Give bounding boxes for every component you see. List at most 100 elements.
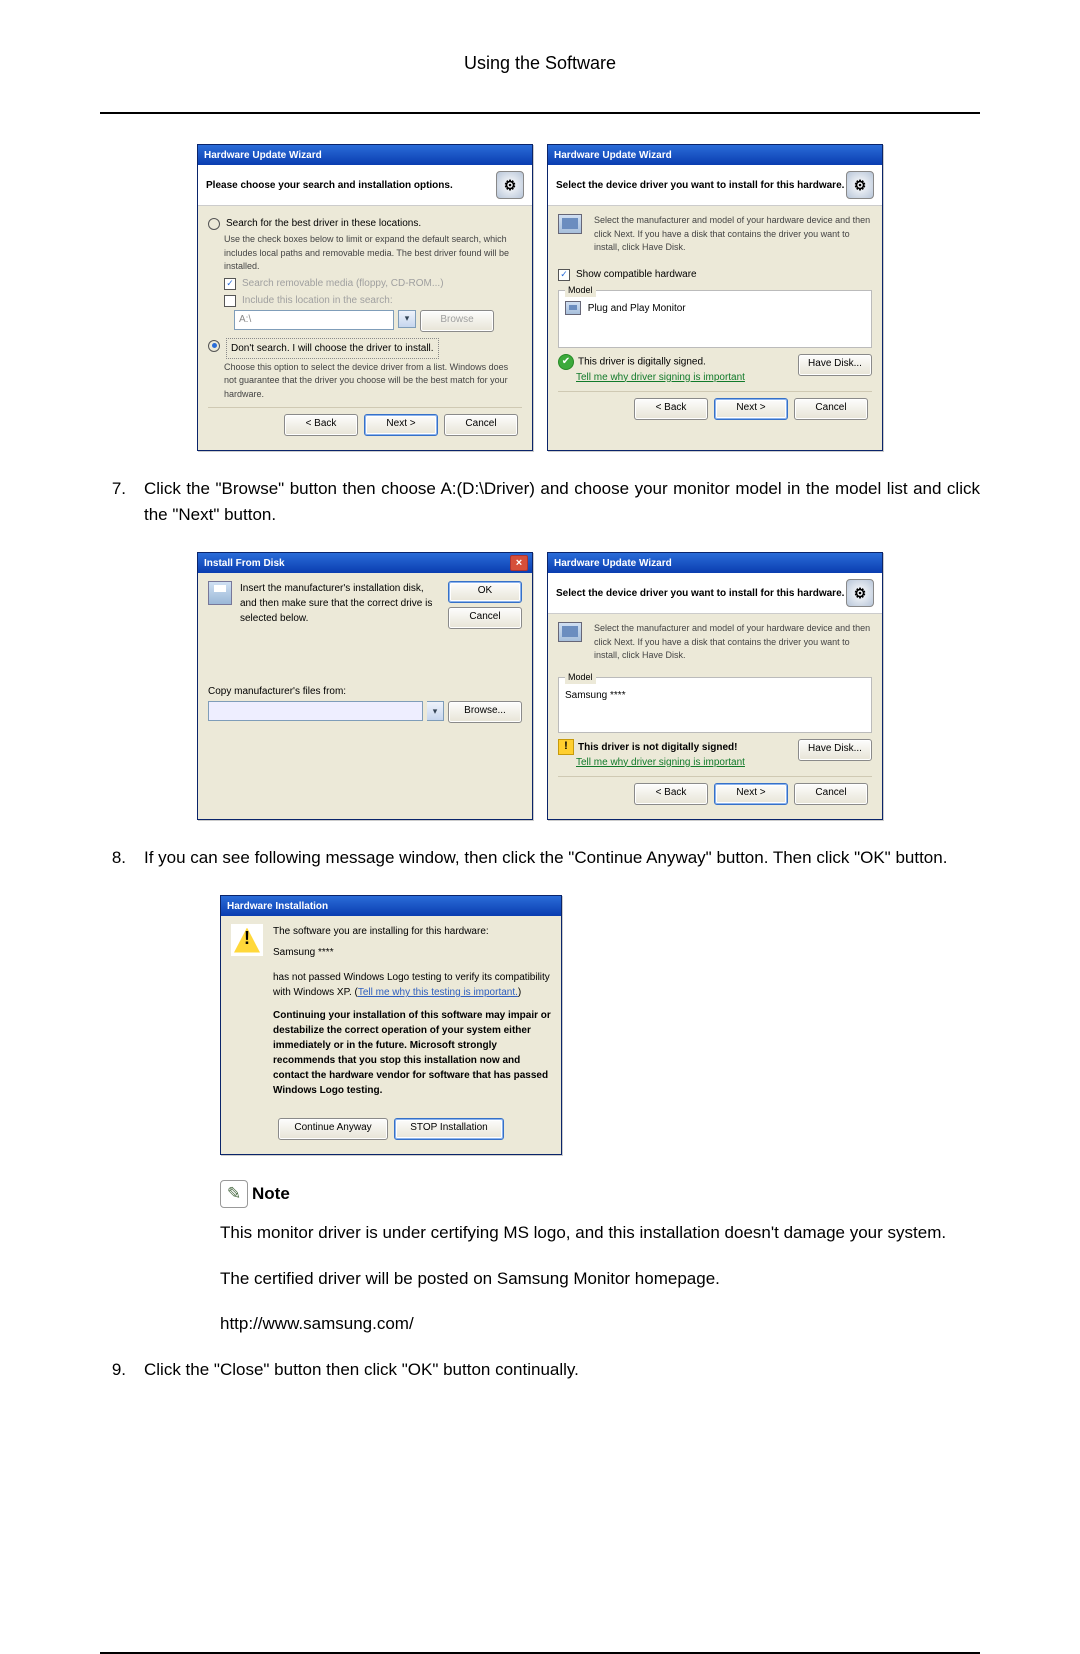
wizard-subheader: Please choose your search and installati… (198, 165, 532, 206)
step-7: 7. Click the "Browse" button then choose… (100, 476, 980, 527)
window-title: Hardware Update Wizard (204, 148, 322, 163)
step-number: 9. (100, 1357, 126, 1383)
dialog-body: ! The software you are installing for th… (221, 916, 561, 1154)
ok-button[interactable]: OK (448, 581, 522, 603)
document-page: Using the Software Hardware Update Wizar… (0, 0, 1080, 1654)
next-button[interactable]: Next > (714, 398, 788, 420)
close-icon[interactable]: × (510, 555, 528, 571)
certificate-icon: ✔ (558, 354, 574, 370)
monitor-icon (558, 622, 582, 642)
wizard-headline: Please choose your search and installati… (206, 178, 453, 193)
checkbox-show-compatible[interactable]: ✓ Show compatible hardware (558, 267, 872, 282)
checkbox-icon (224, 295, 236, 307)
note-paragraph-1: This monitor driver is under certifying … (220, 1220, 980, 1246)
path-row: A:\▾ Browse (234, 310, 522, 332)
groupbox-legend: Model (565, 284, 596, 298)
wizard-button-row: < Back Next > Cancel (558, 391, 872, 424)
continue-anyway-button[interactable]: Continue Anyway (278, 1118, 388, 1140)
dialog-body: Search for the best driver in these loca… (198, 206, 532, 450)
browse-button[interactable]: Browse... (448, 701, 522, 723)
cancel-button[interactable]: Cancel (448, 607, 522, 629)
cancel-button[interactable]: Cancel (794, 783, 868, 805)
radio-search-best[interactable]: Search for the best driver in these loca… (208, 216, 522, 231)
page-title: Using the Software (100, 50, 980, 77)
screenshot-row-2: Install From Disk × Insert the manufactu… (100, 552, 980, 820)
note-heading: ✎ Note (220, 1180, 980, 1208)
warning-icon: ! (558, 739, 574, 755)
model-name: Samsung **** (565, 690, 626, 701)
signing-info: ! This driver is not digitally signed! Te… (558, 739, 745, 770)
note-content: This monitor driver is under certifying … (220, 1220, 980, 1337)
warning-paragraph: Continuing your installation of this sof… (273, 1008, 551, 1098)
back-button[interactable]: < Back (284, 414, 358, 436)
window-title: Hardware Update Wizard (554, 556, 672, 571)
device-name: Samsung **** (273, 945, 551, 960)
dialog-body: Select the manufacturer and model of you… (548, 206, 882, 434)
note-paragraph-2: The certified driver will be posted on S… (220, 1266, 980, 1292)
tell-me-why-testing-link[interactable]: Tell me why this testing is important. (358, 987, 518, 998)
option-description: Choose this option to select the device … (224, 361, 522, 402)
header-divider (100, 112, 980, 114)
have-disk-button[interactable]: Have Disk... (798, 739, 872, 761)
dialog-body: Select the manufacturer and model of you… (548, 614, 882, 819)
step-number: 7. (100, 476, 126, 527)
radio-dont-search[interactable]: Don't search. I will choose the driver t… (208, 338, 522, 359)
option-description: Use the check boxes below to limit or ex… (224, 233, 522, 274)
checkbox-icon: ✓ (224, 278, 236, 290)
have-disk-button[interactable]: Have Disk... (798, 354, 872, 376)
signed-text: This driver is digitally signed. (578, 356, 706, 367)
model-groupbox: Model Plug and Play Monitor (558, 290, 872, 348)
dropdown-arrow-icon: ▾ (398, 310, 416, 328)
checkbox-include-location: Include this location in the search: (224, 293, 522, 308)
titlebar: Hardware Update Wizard (548, 553, 882, 573)
next-button[interactable]: Next > (714, 783, 788, 805)
checkbox-removable-media: ✓ Search removable media (floppy, CD-ROM… (224, 276, 522, 291)
radio-label: Don't search. I will choose the driver t… (226, 338, 439, 359)
radio-icon (208, 218, 220, 230)
dropdown-arrow-icon[interactable]: ▾ (427, 701, 444, 721)
dialog-install-from-disk: Install From Disk × Insert the manufactu… (197, 552, 533, 820)
step-number: 8. (100, 845, 126, 871)
step-text: Click the "Close" button then click "OK"… (144, 1357, 980, 1383)
model-item[interactable]: Samsung **** (565, 688, 865, 703)
dialog-hardware-installation: Hardware Installation ! The software you… (220, 895, 562, 1155)
dialog-hardware-update-wizard-select1: Hardware Update Wizard Select the device… (547, 144, 883, 451)
logo-testing-text: has not passed Windows Logo testing to v… (273, 970, 551, 1000)
note-url: http://www.samsung.com/ (220, 1311, 980, 1337)
window-title: Hardware Update Wizard (554, 148, 672, 163)
screenshot-row-1: Hardware Update Wizard Please choose you… (100, 144, 980, 451)
note-icon: ✎ (220, 1180, 248, 1208)
model-item[interactable]: Plug and Play Monitor (565, 301, 865, 316)
browse-button-disabled: Browse (420, 310, 494, 332)
titlebar: Hardware Update Wizard (198, 145, 532, 165)
titlebar: Hardware Installation (221, 896, 561, 916)
checkbox-label: Search removable media (floppy, CD-ROM..… (242, 276, 444, 291)
wizard-button-row: < Back Next > Cancel (558, 776, 872, 809)
back-button[interactable]: < Back (634, 398, 708, 420)
next-button[interactable]: Next > (364, 414, 438, 436)
radio-icon (208, 340, 220, 352)
unsigned-text: This driver is not digitally signed! (578, 741, 737, 752)
path-field: A:\ (234, 310, 394, 330)
monitor-icon (565, 301, 581, 315)
tell-me-why-link[interactable]: Tell me why driver signing is important (576, 372, 745, 383)
stop-installation-button[interactable]: STOP Installation (394, 1118, 504, 1140)
dialog-button-row: Continue Anyway STOP Installation (231, 1112, 551, 1144)
cancel-button[interactable]: Cancel (794, 398, 868, 420)
back-button[interactable]: < Back (634, 783, 708, 805)
description-text: Select the manufacturer and model of you… (594, 214, 872, 255)
wizard-headline: Select the device driver you want to ins… (556, 178, 844, 193)
description-text: Select the manufacturer and model of you… (594, 622, 872, 663)
tell-me-why-link[interactable]: Tell me why driver signing is important (576, 757, 745, 768)
step-8: 8. If you can see following message wind… (100, 845, 980, 871)
step-text: If you can see following message window,… (144, 845, 980, 871)
radio-label: Search for the best driver in these loca… (226, 216, 421, 231)
text-part: ) (518, 987, 521, 998)
wizard-headline: Select the device driver you want to ins… (556, 586, 844, 601)
intro-text: The software you are installing for this… (273, 924, 551, 939)
step-9: 9. Click the "Close" button then click "… (100, 1357, 980, 1383)
wizard-subheader: Select the device driver you want to ins… (548, 165, 882, 206)
cancel-button[interactable]: Cancel (444, 414, 518, 436)
window-title: Install From Disk (204, 556, 285, 571)
path-combobox[interactable] (208, 701, 423, 721)
